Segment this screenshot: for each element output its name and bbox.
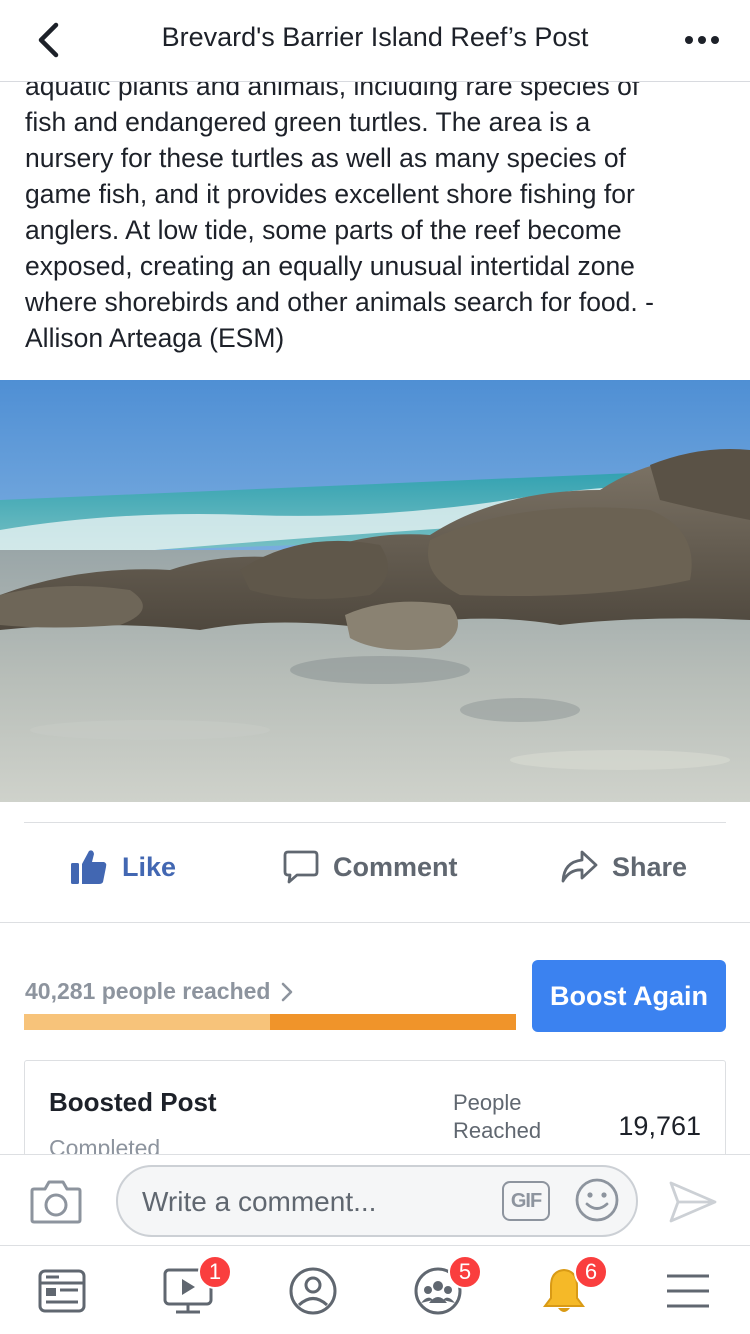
people-reached-text: 40,281 people reached: [25, 978, 271, 1004]
tab-profile[interactable]: [283, 1263, 343, 1319]
share-button[interactable]: Share: [560, 846, 687, 888]
notifications-badge: 6: [574, 1255, 608, 1289]
news-feed-icon: [38, 1269, 86, 1313]
post-actions: Like Comment Share: [0, 824, 750, 920]
boosted-post-card[interactable]: Boosted Post Completed People Reached 19…: [24, 1060, 726, 1154]
people-reached-value: 19,761: [618, 1111, 701, 1141]
tab-notifications[interactable]: 6: [534, 1255, 608, 1319]
post-text-line: where shorebirds and other animals searc…: [25, 287, 654, 317]
boost-status: Completed: [49, 1135, 161, 1154]
hamburger-menu-icon: [667, 1274, 709, 1308]
comment-placeholder: Write a comment...: [142, 1186, 377, 1217]
post-text-line: fish and endangered green turtles. The a…: [25, 107, 591, 137]
watch-notification-badge: 1: [198, 1255, 232, 1289]
post-text-line: exposed, creating an equally unusual int…: [25, 251, 635, 281]
chevron-left-icon: [38, 22, 59, 58]
bottom-tab-bar: 1 5 6: [0, 1247, 750, 1334]
profile-icon: [289, 1267, 337, 1315]
thumbs-up-icon: [71, 850, 107, 884]
post-text-line: game fish, and it provides excellent sho…: [25, 179, 635, 209]
camera-button[interactable]: [30, 1177, 82, 1225]
gif-button[interactable]: GIF: [502, 1181, 550, 1221]
post-text: aquatic plants and animals, including ra…: [25, 82, 730, 356]
share-arrow-icon: [561, 850, 598, 883]
tab-groups[interactable]: 5: [408, 1255, 482, 1319]
groups-notification-badge: 5: [448, 1255, 482, 1289]
post-photo[interactable]: [0, 380, 750, 802]
more-dot-icon: [698, 36, 706, 44]
people-reached-link[interactable]: 40,281 people reached: [25, 978, 294, 1005]
smiley-icon: [575, 1178, 619, 1222]
share-label: Share: [612, 851, 688, 882]
comment-input[interactable]: Write a comment... GIF: [116, 1165, 638, 1237]
post-text-line: anglers. At low tide, some parts of the …: [25, 215, 622, 245]
divider: [0, 922, 750, 923]
post-text-line: aquatic plants and animals, including ra…: [25, 82, 640, 101]
emoji-button[interactable]: [574, 1177, 620, 1223]
tab-menu[interactable]: [658, 1263, 718, 1319]
send-arrow-icon: [669, 1181, 717, 1223]
chevron-right-icon: [282, 982, 293, 1001]
reef-shore-photo: [0, 380, 750, 802]
post-content[interactable]: aquatic plants and animals, including ra…: [0, 82, 750, 1154]
people-reached-label: People Reached: [453, 1090, 542, 1143]
tab-news-feed[interactable]: [32, 1263, 92, 1319]
page-title: Brevard's Barrier Island Reef’s Post: [161, 22, 589, 52]
back-button[interactable]: [28, 18, 68, 62]
more-dot-icon: [685, 36, 693, 44]
boosted-post-title: Boosted Post: [49, 1087, 217, 1117]
comment-button[interactable]: Comment: [283, 846, 458, 888]
reach-progress-bar: [24, 1014, 516, 1030]
organic-reach-segment: [24, 1014, 270, 1030]
top-bar: Brevard's Barrier Island Reef’s Post: [0, 0, 750, 82]
more-options-button[interactable]: [682, 22, 722, 58]
camera-icon: [30, 1180, 82, 1224]
send-button[interactable]: [668, 1179, 718, 1225]
like-label: Like: [122, 851, 177, 882]
more-dot-icon: [711, 36, 719, 44]
comment-label: Comment: [333, 851, 458, 882]
divider: [24, 822, 726, 823]
like-button[interactable]: Like: [70, 846, 176, 888]
post-text-line: Allison Arteaga (ESM): [25, 323, 285, 353]
comment-bubble-icon: [283, 850, 319, 884]
comment-composer: Write a comment... GIF: [0, 1154, 750, 1246]
tab-watch[interactable]: 1: [158, 1255, 232, 1319]
paid-reach-segment: [270, 1014, 516, 1030]
boost-again-button[interactable]: Boost Again: [532, 960, 726, 1032]
post-text-line: nursery for these turtles as well as man…: [25, 143, 626, 173]
